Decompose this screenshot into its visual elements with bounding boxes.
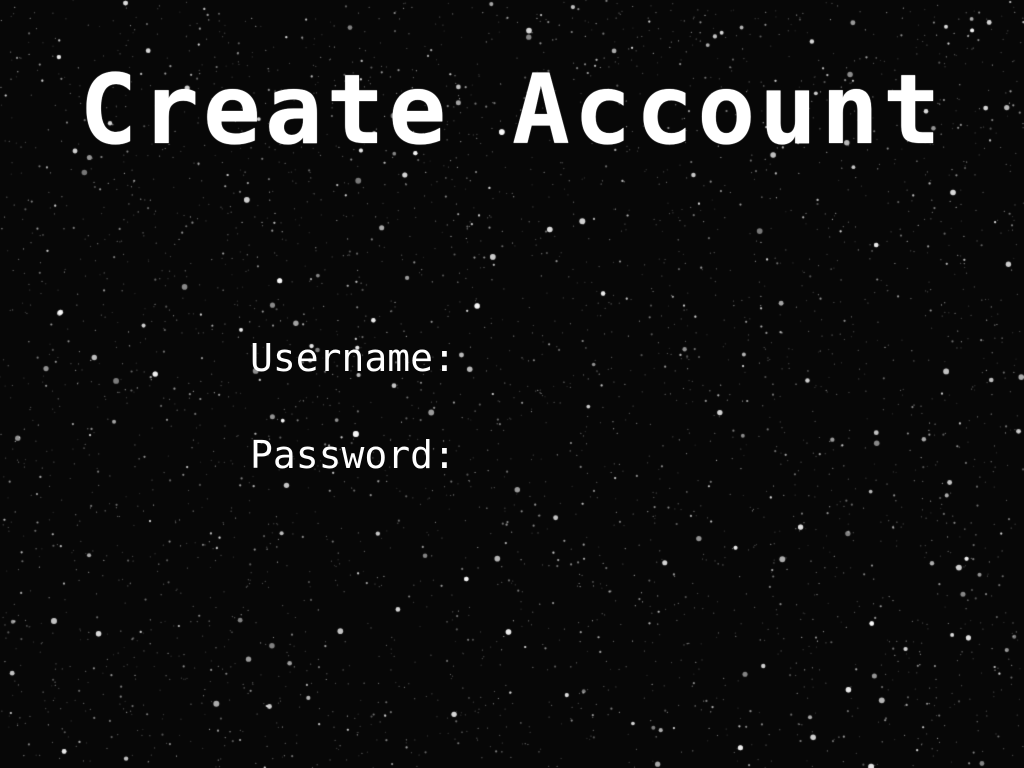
username-row: Username: (250, 334, 838, 382)
password-input[interactable] (469, 432, 838, 478)
password-row: Password: (250, 431, 838, 479)
username-label: Username: (250, 336, 456, 380)
page-title: Create Account (79, 54, 945, 166)
username-input[interactable] (469, 335, 838, 381)
password-label: Password: (250, 433, 456, 477)
